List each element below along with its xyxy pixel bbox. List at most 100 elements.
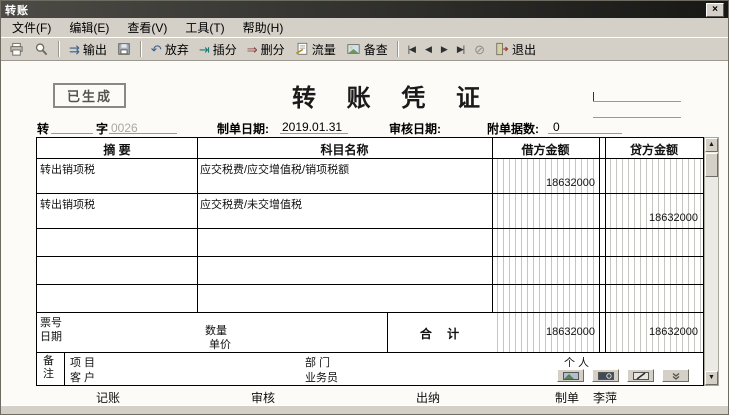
attach-count-value[interactable]: 0 (553, 120, 560, 134)
toolbar-separator (139, 41, 142, 57)
footer-chevron-down-button[interactable] (662, 369, 689, 382)
blank-field-2[interactable] (593, 117, 681, 118)
scrollbar-thumb[interactable] (705, 153, 718, 177)
first-record-button[interactable]: |◀ (404, 39, 419, 59)
menu-file[interactable]: 文件(F) (3, 17, 60, 38)
menu-view[interactable]: 查看(V) (118, 17, 176, 38)
vertical-scrollbar[interactable]: ▲ ▼ (704, 137, 719, 386)
close-button[interactable]: × (706, 2, 724, 17)
attach-count-field[interactable] (548, 133, 622, 134)
last-record-icon: ▶| (456, 43, 465, 54)
grid-line (37, 312, 703, 313)
footer-photo-search-button[interactable] (592, 369, 619, 382)
audit-date-label: 审核日期: (389, 122, 441, 136)
made-date-value[interactable]: 2019.01.31 (282, 120, 342, 134)
status-stamp: 已生成 (53, 83, 127, 108)
grid-line (37, 284, 703, 285)
scroll-up-button[interactable]: ▲ (705, 138, 718, 152)
voucher-number-field[interactable] (109, 133, 177, 134)
close-icon: × (712, 4, 718, 15)
grid-line (37, 193, 703, 194)
delete-entry-icon: ⇒ (246, 41, 258, 57)
exit-icon (495, 42, 509, 56)
last-record-button[interactable]: ▶| (453, 39, 468, 59)
grid-line (492, 138, 493, 312)
entry-account-cell[interactable]: 应交税费/未交增值税 (200, 196, 489, 212)
insert-entry-button[interactable]: ⇥ 插分 (195, 39, 241, 59)
column-header-summary: 摘 要 (103, 143, 131, 157)
scroll-down-button[interactable]: ▼ (705, 371, 718, 385)
column-header-credit: 贷方金额 (629, 143, 678, 157)
bookkeeper-label: 记账 (96, 391, 121, 405)
discard-button[interactable]: ↶ 放弃 (147, 39, 193, 59)
exit-label: 退出 (512, 42, 537, 57)
date-label: 日期 (40, 331, 62, 343)
chevron-down-icon (668, 372, 684, 380)
menu-help[interactable]: 帮助(H) (234, 17, 293, 38)
cashflow-label: 流量 (311, 42, 336, 57)
previous-record-button[interactable]: ◀ (421, 39, 435, 59)
approve-icon: ⊘ (474, 41, 485, 57)
unit-price-label: 单价 (209, 339, 231, 351)
project-label[interactable]: 项 目 (70, 354, 95, 370)
entry-debit-cell[interactable]: 18632000 (492, 177, 595, 189)
app-window: 转账 × 文件(F) 编辑(E) 查看(V) 工具(T) 帮助(H) ⇉ 输出 … (0, 0, 729, 415)
department-label[interactable]: 部 门 (305, 354, 330, 370)
customer-label[interactable]: 客 户 (70, 369, 95, 385)
grid-line (599, 138, 600, 352)
entry-summary-cell[interactable]: 转出销项税 (40, 196, 194, 212)
preview-button[interactable] (30, 39, 53, 59)
voucher-word-label: 字 (96, 122, 109, 136)
total-debit-value: 18632000 (546, 326, 595, 338)
grid-line (605, 138, 606, 352)
person-label[interactable]: 个 人 (564, 354, 589, 370)
next-record-button[interactable]: ▶ (437, 39, 451, 59)
voucher-type-field[interactable] (51, 133, 93, 134)
magnifier-icon (34, 42, 49, 57)
delete-entry-button[interactable]: ⇒ 删分 (243, 39, 289, 59)
save-icon (117, 42, 131, 56)
entry-summary-cell[interactable]: 转出销项税 (40, 161, 194, 177)
entry-account-cell[interactable]: 应交税费/应交增值税/销项税额 (200, 161, 489, 177)
titlebar: 转账 × (1, 1, 728, 18)
menu-tools[interactable]: 工具(T) (176, 17, 233, 38)
cashflow-button[interactable]: 流量 (291, 39, 340, 59)
cashflow-icon (295, 42, 309, 56)
preparer-label: 制单 (555, 391, 580, 405)
window-frame-bottom (1, 405, 728, 414)
column-header-debit: 借方金额 (521, 143, 570, 157)
grid-line (37, 228, 703, 229)
photo-icon (346, 42, 361, 56)
credit-column-stripes (605, 158, 703, 352)
scroll-down-icon: ▼ (708, 374, 715, 381)
reference-button[interactable]: 备查 (342, 39, 392, 59)
toolbar-separator (58, 41, 60, 57)
blank-field-1[interactable] (593, 101, 681, 102)
footer-photo-button[interactable] (557, 369, 584, 382)
toolbar-separator (396, 41, 399, 57)
print-icon (9, 42, 24, 57)
pen-icon (632, 371, 649, 380)
attach-count-label: 附单据数: (487, 122, 539, 136)
footer-pen-button[interactable] (627, 369, 654, 382)
grid-line (64, 352, 65, 385)
undo-icon: ↶ (150, 41, 162, 57)
photo-icon (562, 371, 579, 380)
first-record-icon: |◀ (407, 43, 416, 54)
total-credit-value: 18632000 (649, 326, 698, 338)
exit-button[interactable]: 退出 (491, 39, 540, 59)
discard-label: 放弃 (164, 42, 189, 57)
print-button[interactable] (5, 39, 28, 59)
made-date-field[interactable] (280, 133, 348, 134)
reference-label: 备查 (363, 42, 388, 57)
window-title: 转账 (5, 4, 29, 17)
menu-edit[interactable]: 编辑(E) (60, 17, 118, 38)
salesman-label[interactable]: 业务员 (305, 369, 338, 385)
approve-button[interactable]: ⊘ (470, 39, 489, 59)
menubar: 文件(F) 编辑(E) 查看(V) 工具(T) 帮助(H) (1, 18, 728, 37)
voucher-area: 已生成 转 账 凭 证 转 字 0026 制单日期: 2019.01.31 审核… (1, 61, 728, 405)
export-button[interactable]: ⇉ 输出 (65, 39, 111, 59)
remark-label: 备注 (43, 355, 54, 380)
entry-credit-cell[interactable]: 18632000 (605, 212, 698, 224)
save-button[interactable] (113, 39, 135, 59)
